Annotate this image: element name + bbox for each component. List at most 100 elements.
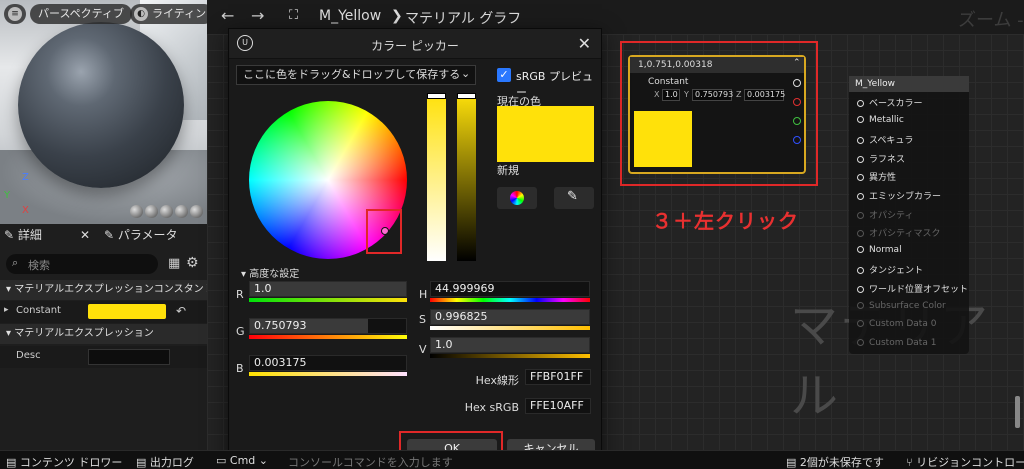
saturation-bar[interactable] [427,93,446,261]
value-bar[interactable] [457,93,476,261]
input-pin-icon[interactable] [857,193,864,200]
result-pin-row[interactable]: Custom Data 1 [857,338,936,352]
desc-input[interactable] [88,349,170,365]
back-arrow-icon[interactable]: ← [221,6,234,25]
r-slider-field[interactable]: 1.0 [249,281,407,297]
tab-details[interactable]: ✎ 詳細 [4,224,42,246]
h-gradient [430,298,590,302]
tab-parameters[interactable]: ✎ パラメータ [104,224,178,246]
details-search-input[interactable]: ⌕ 検索 [6,254,158,274]
result-pin-label: Metallic [869,114,904,125]
content-drawer-button[interactable]: ▤ コンテンツ ドロワー [6,454,122,469]
input-pin-icon[interactable] [857,267,864,275]
result-pin-row[interactable]: ラフネス [857,152,905,166]
sphere-shape-icon[interactable] [145,205,158,218]
h-label: H [419,288,428,301]
reset-icon[interactable]: ↶ [176,304,186,318]
b-slider-field[interactable]: 0.003175 [249,355,407,371]
lighting-icon: ◐ [134,7,148,21]
input-pin-icon[interactable] [857,174,864,182]
lighting-button[interactable]: ◐ ライティン [130,4,207,24]
input-pin-icon[interactable] [857,137,864,145]
input-pin-icon[interactable] [857,211,864,219]
srgb-preview-checkbox[interactable]: ✓ [497,68,511,82]
result-pin-row[interactable]: Custom Data 0 [857,319,936,333]
v-slider-field[interactable]: 1.0 [430,337,590,353]
axis-y-label: Y [4,190,11,201]
input-pin-icon[interactable] [857,115,864,123]
result-pin-row[interactable]: 異方性 [857,170,896,184]
unsaved-icon: ▤ [786,456,800,469]
s-gradient [430,326,590,330]
node-highlight-box [620,41,818,186]
result-pin-row[interactable]: エミッシブカラー [857,189,941,203]
color-theme-dropdown[interactable]: ここに色をドラッグ&ドロップして保存する [236,65,476,85]
forward-arrow-icon[interactable]: → [251,6,264,25]
breadcrumb-material[interactable]: M_Yellow [319,8,381,24]
value-handle[interactable] [457,93,476,99]
cylinder-shape-icon[interactable] [130,205,143,218]
input-pin-icon[interactable] [857,230,864,238]
input-pin-icon[interactable] [857,338,864,346]
v-gradient [430,354,590,358]
graph-icon: ⛶ [289,8,299,23]
cube-shape-icon[interactable] [175,205,188,218]
close-icon[interactable]: ✕ [578,34,591,53]
plane-shape-icon[interactable] [160,205,173,218]
advanced-settings-toggle[interactable]: ▾ 高度な設定 [241,265,299,280]
graph-scrollbar[interactable] [1015,396,1020,428]
input-pin-icon[interactable] [857,301,864,309]
console-command-input[interactable]: コンソールコマンドを入力します [288,454,453,469]
material-preview-viewport[interactable]: ≡ パースペクティブ ◐ ライティン Z Y X [0,0,207,224]
lighting-label: ライティン [152,7,207,20]
chevron-right-icon[interactable]: ▸ [4,305,9,315]
revision-control-button[interactable]: ⑂ リビジョンコントロー [906,454,1024,469]
viewport-menu-button[interactable]: ≡ [4,4,26,24]
result-pin-row[interactable]: オパシティマスク [857,226,940,240]
eyedropper-button[interactable]: ✎ [554,187,594,209]
result-pin-label: 異方性 [869,173,897,184]
input-pin-icon[interactable] [857,100,864,107]
section-expression-header[interactable]: ▾ マテリアルエクスプレッション [0,324,207,344]
breadcrumb-graph[interactable]: マテリアル グラフ [405,8,521,28]
v-label: V [419,343,427,356]
result-pin-row[interactable]: オパシティ [857,208,913,222]
material-result-node[interactable]: M_Yellow ベースカラー Metallic スペキュラ ラフネス 異方性 エミッシブ… [849,76,969,354]
result-pin-row[interactable]: Normal [857,245,902,259]
s-slider-field[interactable]: 0.996825 [430,309,590,325]
hex-linear-field[interactable]: FFBF01FF [525,369,591,385]
result-pin-row[interactable]: ベースカラー [857,96,923,110]
result-pin-row[interactable]: スペキュラ [857,133,913,147]
gear-icon[interactable]: ⚙ [186,255,199,271]
wheel-highlight-box [366,209,402,254]
perspective-button[interactable]: パースペクティブ [30,4,133,24]
section-constant-header[interactable]: ▾ マテリアルエクスプレッションコンスタント3^ [0,280,207,300]
result-pin-row[interactable]: タンジェント [857,263,923,277]
cmd-dropdown[interactable]: ▭ Cmd ⌄ [216,454,268,467]
color-wheel-mode-button[interactable] [497,187,537,209]
table-view-icon[interactable]: ▦ [168,256,180,271]
search-icon: ⌕ [12,256,19,269]
close-tab-icon[interactable]: ✕ [80,228,90,242]
result-pin-row[interactable]: Subsurface Color [857,301,946,315]
constant-color-swatch[interactable] [88,304,166,319]
hex-srgb-field[interactable]: FFE10AFF [525,398,591,414]
input-pin-icon[interactable] [857,245,864,253]
tab-params-label: パラメータ [117,228,178,242]
h-slider-field[interactable]: 44.999969 [430,281,590,297]
result-pin-label: Custom Data 1 [869,337,937,348]
input-pin-icon[interactable] [857,286,864,293]
result-pin-row[interactable]: Metallic [857,115,904,129]
output-log-button[interactable]: ▤ 出力ログ [136,454,194,469]
result-pin-row[interactable]: ワールド位置オフセット [857,282,968,296]
input-pin-icon[interactable] [857,320,864,328]
input-pin-icon[interactable] [857,155,864,163]
content-drawer-icon: ▤ [6,456,20,469]
chevron-down-icon[interactable]: ⌄ [461,67,470,80]
g-slider-field[interactable]: 0.750793 [249,318,407,334]
saturation-handle[interactable] [427,93,446,99]
r-value: 1.0 [254,282,272,295]
mesh-shape-icon[interactable] [190,205,203,218]
unsaved-indicator[interactable]: ▤ 2個が未保存です [786,454,884,469]
advanced-settings-label: 高度な設定 [249,269,300,280]
